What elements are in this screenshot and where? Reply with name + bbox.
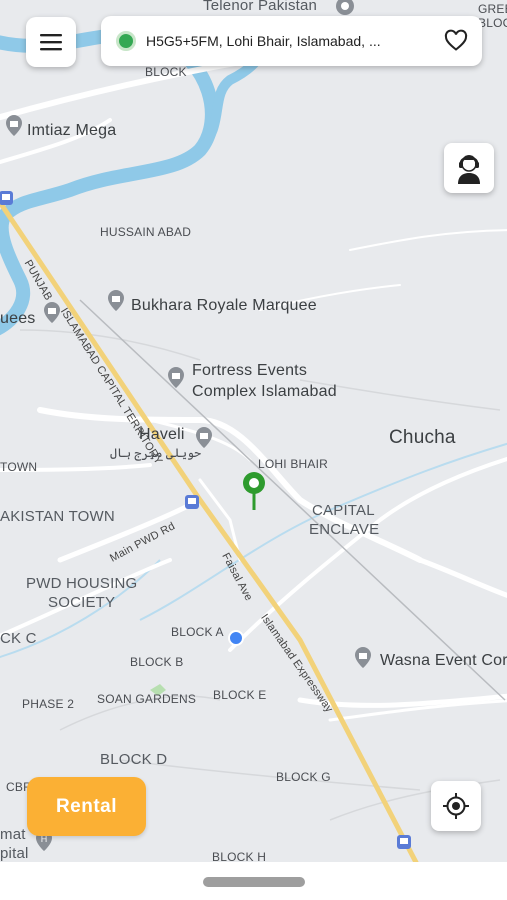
map-label: ENCLAVE bbox=[309, 521, 380, 538]
map-label: CK C bbox=[0, 630, 37, 647]
map-label: Complex Islamabad bbox=[192, 383, 337, 400]
menu-button[interactable] bbox=[26, 17, 76, 67]
poi-icon[interactable] bbox=[351, 645, 375, 669]
poi-icon[interactable] bbox=[164, 365, 188, 389]
map-label: Haveli bbox=[139, 426, 185, 443]
location-address: H5G5+5FM, Lohi Bhair, Islamabad, ... bbox=[146, 33, 381, 49]
map-label: PHASE 2 bbox=[22, 697, 75, 711]
map-label: Fortress Events bbox=[192, 362, 308, 379]
map-label: Wasna Event Cor bbox=[380, 652, 507, 669]
map-label: TOWN bbox=[0, 460, 38, 474]
map-label: pital bbox=[0, 845, 29, 862]
map-label: PWD HOUSING bbox=[26, 575, 138, 592]
map-label: BLOCK E bbox=[213, 688, 267, 702]
current-location-dot bbox=[228, 630, 244, 646]
map-label: LOHI BHAIR bbox=[258, 457, 329, 471]
map-label: GREE bbox=[478, 2, 507, 16]
crosshair-location-icon bbox=[443, 793, 469, 819]
poi-icon[interactable] bbox=[2, 113, 26, 137]
home-indicator[interactable] bbox=[203, 877, 305, 887]
map-label: حویلی میرج ہال bbox=[110, 446, 202, 460]
my-location-button[interactable] bbox=[431, 781, 481, 831]
poi-icon[interactable] bbox=[104, 288, 128, 312]
rental-button[interactable]: Rental bbox=[27, 777, 146, 836]
hamburger-menu-icon bbox=[40, 34, 62, 51]
map-label: BLOCK D bbox=[100, 751, 168, 768]
map-label: BLOCK B bbox=[130, 655, 184, 669]
map-label: Chucha bbox=[389, 427, 456, 448]
map-label: Bukhara Royale Marquee bbox=[131, 297, 317, 314]
support-agent-icon bbox=[458, 155, 480, 184]
map-view[interactable]: Telenor Pakistan GREE BLOC BLOCK Imtiaz … bbox=[0, 0, 507, 862]
poi-icon[interactable] bbox=[192, 425, 216, 449]
location-search-bar[interactable]: H5G5+5FM, Lohi Bhair, Islamabad, ... bbox=[101, 16, 482, 66]
origin-status-dot bbox=[116, 31, 136, 51]
map-label: SOAN GARDENS bbox=[97, 692, 197, 706]
bus-stop-icon[interactable] bbox=[0, 190, 14, 206]
heart-icon[interactable] bbox=[444, 29, 468, 53]
map-label: BLOCK A bbox=[171, 625, 224, 639]
map-label: uees bbox=[0, 310, 36, 327]
map-label: SOCIETY bbox=[48, 594, 116, 611]
map-label: CAPITAL bbox=[312, 502, 375, 519]
selected-location-pin-icon[interactable] bbox=[240, 470, 268, 512]
map-label: Telenor Pakistan bbox=[203, 0, 318, 14]
map-label: HUSSAIN ABAD bbox=[100, 225, 192, 239]
map-label: BLOC bbox=[478, 16, 507, 30]
poi-icon[interactable] bbox=[40, 300, 64, 324]
map-label: BLOCK H bbox=[212, 850, 267, 862]
bus-stop-icon[interactable] bbox=[184, 494, 200, 510]
map-label: BLOCK bbox=[145, 65, 187, 79]
map-label: mat bbox=[0, 826, 26, 843]
map-label: AKISTAN TOWN bbox=[0, 508, 115, 525]
customer-support-button[interactable] bbox=[444, 143, 494, 193]
map-label: BLOCK G bbox=[276, 770, 331, 784]
bus-stop-icon[interactable] bbox=[396, 834, 412, 850]
map-label: Imtiaz Mega bbox=[27, 122, 117, 139]
